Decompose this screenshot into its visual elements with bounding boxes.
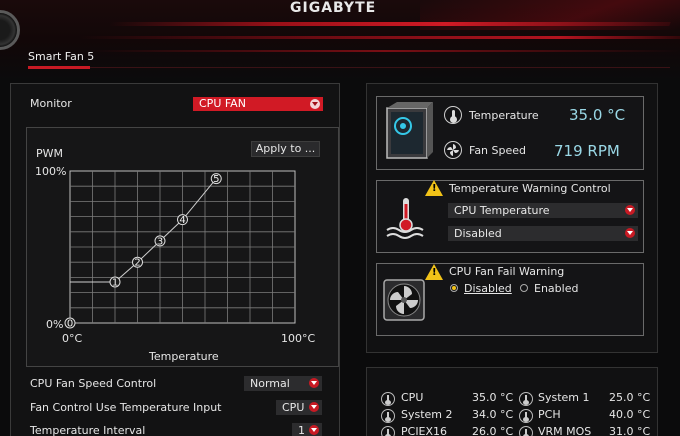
thermometer-icon	[519, 426, 533, 436]
chevron-down-icon	[625, 228, 635, 238]
curve-point-label: 5	[213, 174, 219, 185]
monitor-sensor-value: 34.0 °C	[472, 408, 514, 421]
warning-source-select[interactable]: CPU Temperature	[448, 203, 638, 218]
warning-icon	[425, 264, 443, 280]
fan-fail-warning-title: CPU Fan Fail Warning	[449, 265, 565, 278]
monitor-sensor-name: PCH	[538, 408, 561, 421]
chevron-down-icon	[309, 402, 319, 412]
thermometer-icon	[519, 392, 533, 406]
monitor-sensor-name: System 2	[401, 408, 453, 421]
x-axis-label: Temperature	[148, 350, 219, 363]
pc-case-icon	[386, 102, 433, 159]
thermometer-icon	[519, 409, 533, 423]
y-tick-bottom: 0%	[46, 318, 63, 331]
fan-fail-disabled-radio[interactable]	[450, 284, 458, 292]
temperature-interval-select[interactable]: 1	[292, 423, 322, 436]
monitor-sensor-name: VRM MOS	[538, 425, 592, 436]
monitor-sensor-name: CPU	[401, 391, 424, 404]
monitor-sensor-value: 26.0 °C	[472, 425, 514, 436]
monitor-sensor-value: 31.0 °C	[609, 425, 651, 436]
fan-control-temp-input-label: Fan Control Use Temperature Input	[30, 401, 222, 414]
thermometer-icon	[381, 426, 395, 436]
thermometer-icon	[381, 409, 395, 423]
chevron-down-icon	[309, 378, 319, 388]
chevron-down-icon	[309, 425, 319, 435]
fan-speed-label: Fan Speed	[469, 144, 527, 157]
thermometer-water-icon	[386, 198, 424, 239]
monitor-sensor-value: 35.0 °C	[472, 391, 514, 404]
fan-icon	[444, 141, 462, 159]
select-value: Disabled	[454, 227, 502, 240]
thermometer-icon	[444, 106, 462, 124]
chevron-down-icon	[625, 205, 635, 215]
monitor-sensor-name: PCIEX16	[401, 425, 448, 436]
warning-icon	[425, 180, 443, 196]
x-tick-left: 0°C	[62, 332, 82, 345]
y-axis-label: PWM	[36, 147, 63, 160]
curve-point-label: 3	[157, 236, 163, 247]
fan-fail-enabled-label[interactable]: Enabled	[534, 282, 578, 295]
temperature-interval-label: Temperature Interval	[30, 424, 146, 436]
y-tick-top: 100%	[35, 165, 66, 178]
select-value: 1	[298, 424, 305, 436]
temperature-value: 35.0 °C	[569, 106, 626, 124]
curve-point-label: 2	[134, 258, 140, 269]
select-value: CPU	[282, 401, 305, 414]
select-value: Normal	[250, 377, 290, 390]
monitor-sensor-value: 40.0 °C	[609, 408, 651, 421]
fan-curve-line	[70, 178, 217, 283]
curve-point-label: 0	[67, 319, 73, 330]
monitor-sensor-value: 25.0 °C	[609, 391, 651, 404]
curve-point-label: 1	[112, 277, 118, 288]
select-value: CPU Temperature	[454, 204, 550, 217]
fan-control-temp-input-select[interactable]: CPU	[276, 400, 322, 415]
thermometer-icon	[381, 392, 395, 406]
chart-grid	[69, 170, 296, 324]
monitor-sensor-name: System 1	[538, 391, 590, 404]
warning-state-select[interactable]: Disabled	[448, 226, 638, 241]
fan-icon	[383, 279, 425, 321]
x-tick-right: 100°C	[281, 332, 315, 345]
curve-point-label: 4	[179, 215, 185, 226]
fan-fail-disabled-label[interactable]: Disabled	[464, 282, 512, 295]
temperature-label: Temperature	[469, 109, 539, 122]
cpu-fan-speed-control-select[interactable]: Normal	[244, 376, 322, 391]
cpu-fan-speed-control-label: CPU Fan Speed Control	[30, 377, 157, 390]
temperature-warning-title: Temperature Warning Control	[449, 182, 611, 195]
fan-speed-value: 719 RPM	[554, 142, 620, 160]
curve-points: 0 1 2 3 4 5	[64, 173, 222, 330]
fan-fail-enabled-radio[interactable]	[520, 284, 528, 292]
